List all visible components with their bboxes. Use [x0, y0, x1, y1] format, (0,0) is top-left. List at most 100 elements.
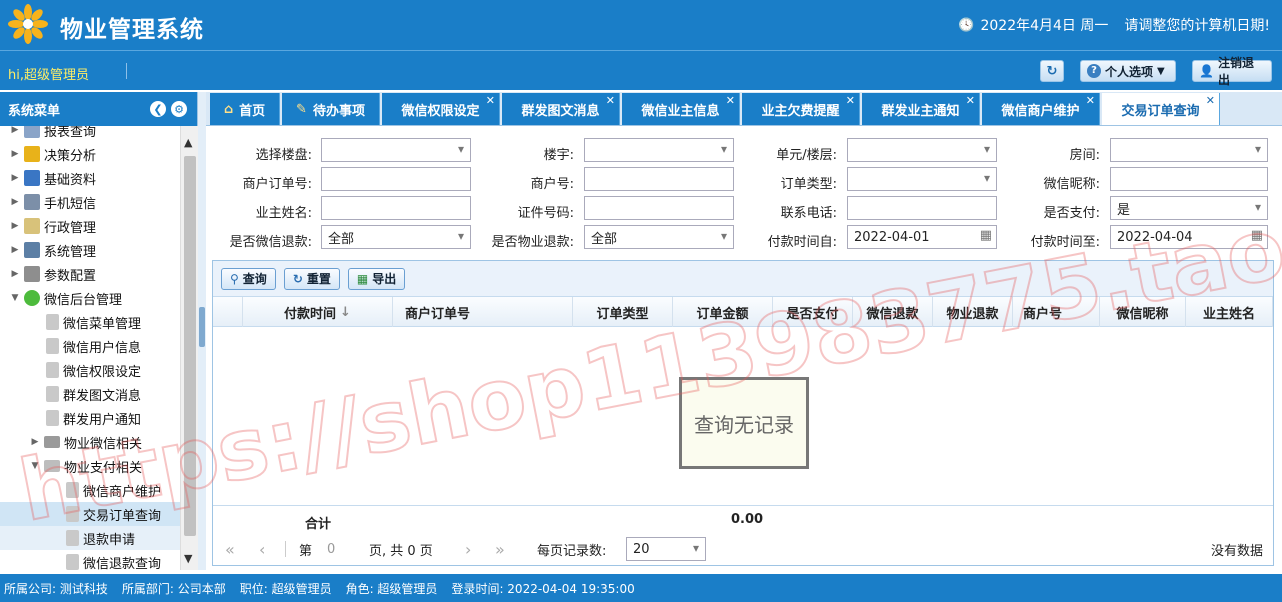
- user-icon: 👤: [1199, 64, 1214, 78]
- paid-select[interactable]: 是: [1110, 196, 1268, 220]
- sidebar-item-sms[interactable]: ▶ 手机短信: [0, 190, 180, 214]
- close-icon[interactable]: ✕: [726, 94, 735, 107]
- tab-mass-message[interactable]: 群发图文消息 ✕: [502, 93, 620, 125]
- sidebar-item-reports[interactable]: ▶ 报表查询: [0, 126, 180, 142]
- merchant-no-input[interactable]: [584, 167, 734, 191]
- sidebar-item-merchant[interactable]: 微信商户维护: [0, 478, 180, 502]
- sidebar-item-refund-apply[interactable]: 退款申请: [0, 526, 180, 550]
- tab-wechat-permission[interactable]: 微信权限设定 ✕: [382, 93, 500, 125]
- sidebar-item-wechat-permission[interactable]: 微信权限设定: [0, 358, 180, 382]
- prev-page-icon[interactable]: ‹: [259, 540, 265, 559]
- splitter-handle[interactable]: [199, 307, 205, 347]
- sidebar-item-mass-message[interactable]: 群发图文消息: [0, 382, 180, 406]
- tab-owner-info[interactable]: 微信业主信息 ✕: [622, 93, 740, 125]
- logout-button[interactable]: 👤 注销退出: [1192, 56, 1272, 87]
- close-icon[interactable]: ✕: [846, 94, 855, 107]
- scroll-down-icon[interactable]: ▼: [184, 552, 192, 565]
- status-bar: 所属公司: 测试科技 所属部门: 公司本部 职位: 超级管理员 角色: 超级管理…: [0, 574, 1282, 602]
- column-wechat-refund[interactable]: 微信退款: [853, 297, 933, 327]
- sidebar-item-property-payment[interactable]: ▼ 物业支付相关: [0, 454, 180, 478]
- room-select[interactable]: [1110, 138, 1268, 162]
- gear-icon[interactable]: ⚙: [171, 101, 187, 117]
- scrollbar-thumb[interactable]: [184, 156, 196, 536]
- merchant-order-input[interactable]: [321, 167, 471, 191]
- label-property-refund: 是否物业退款:: [491, 235, 574, 250]
- first-page-icon[interactable]: «: [225, 540, 235, 559]
- sidebar-item-wechat-admin[interactable]: ▼ 微信后台管理: [0, 286, 180, 310]
- date-hint: 请调整您的计算机日期!: [1124, 18, 1270, 34]
- close-icon[interactable]: ✕: [1206, 94, 1215, 107]
- close-icon[interactable]: ✕: [966, 94, 975, 107]
- unit-select[interactable]: [847, 138, 997, 162]
- scroll-up-icon[interactable]: ▲: [184, 136, 192, 149]
- collapse-sidebar-icon[interactable]: ❮: [150, 101, 166, 117]
- owner-name-input[interactable]: [321, 196, 471, 220]
- column-amount[interactable]: 订单金额: [673, 297, 773, 327]
- status-position: 职位: 超级管理员: [239, 581, 332, 596]
- grid-toolbar: ⚲ 查询 ↻ 重置 ▦ 导出: [213, 261, 1273, 297]
- sidebar-item-property-wechat[interactable]: ▶ 物业微信相关: [0, 430, 180, 454]
- label-id-number: 证件号码:: [517, 206, 574, 221]
- pay-to-date[interactable]: 2022-04-04: [1110, 225, 1268, 249]
- sidebar-item-wechat-users[interactable]: 微信用户信息: [0, 334, 180, 358]
- pay-from-date[interactable]: 2022-04-01: [847, 225, 997, 249]
- order-type-select[interactable]: [847, 167, 997, 191]
- wechat-refund-select[interactable]: 全部: [321, 225, 471, 249]
- app-header: 物业管理系统 🕓 2022年4月4日 周一 请调整您的计算机日期!: [0, 0, 1282, 50]
- tab-home[interactable]: ⌂ 首页: [210, 93, 280, 125]
- column-property-refund[interactable]: 物业退款: [933, 297, 1013, 327]
- column-merchant-order[interactable]: 商户订单号: [393, 297, 573, 327]
- building-select[interactable]: [584, 138, 734, 162]
- sidebar-splitter[interactable]: [198, 92, 206, 570]
- help-icon: ?: [1087, 64, 1101, 78]
- sidebar-item-system[interactable]: ▶ 系统管理: [0, 238, 180, 262]
- column-merchant-no[interactable]: 商户号: [1013, 297, 1100, 327]
- export-button[interactable]: ▦ 导出: [347, 267, 406, 290]
- refresh-button[interactable]: ↻: [1040, 60, 1064, 82]
- column-pay-time[interactable]: 付款时间 ↓: [243, 297, 393, 327]
- query-button[interactable]: ⚲ 查询: [221, 267, 276, 290]
- personal-options-button[interactable]: ? 个人选项 ▼: [1080, 60, 1176, 82]
- last-page-icon[interactable]: »: [495, 540, 505, 559]
- page-icon: [66, 506, 79, 522]
- sidebar-item-order-query[interactable]: 交易订单查询: [0, 502, 180, 526]
- chevron-right-icon: ▶: [11, 126, 19, 135]
- sidebar-item-basic-data[interactable]: ▶ 基础资料: [0, 166, 180, 190]
- close-icon[interactable]: ✕: [1086, 94, 1095, 107]
- tab-arrears-reminder[interactable]: 业主欠费提醒 ✕: [742, 93, 860, 125]
- phone-input[interactable]: [847, 196, 997, 220]
- logo-flower-icon: [8, 4, 48, 44]
- sidebar-scrollbar[interactable]: ▲ ▼: [180, 126, 198, 570]
- sidebar-item-mass-notice[interactable]: 群发用户通知: [0, 406, 180, 430]
- reset-button[interactable]: ↻ 重置: [283, 267, 340, 290]
- estate-select[interactable]: [321, 138, 471, 162]
- sidebar-item-decision[interactable]: ▶ 决策分析: [0, 142, 180, 166]
- sidebar-item-wechat-menu[interactable]: 微信菜单管理: [0, 310, 180, 334]
- column-paid[interactable]: 是否支付: [773, 297, 853, 327]
- page-input[interactable]: 0: [327, 542, 357, 557]
- column-nickname[interactable]: 微信昵称: [1100, 297, 1186, 327]
- page-icon: [46, 386, 59, 402]
- per-page-select[interactable]: 20 ▾: [626, 537, 706, 561]
- close-icon[interactable]: ✕: [486, 94, 495, 107]
- column-order-type[interactable]: 订单类型: [573, 297, 673, 327]
- next-page-icon[interactable]: ›: [465, 540, 471, 559]
- tab-merchant[interactable]: 微信商户维护 ✕: [982, 93, 1100, 125]
- close-icon[interactable]: ✕: [606, 94, 615, 107]
- tab-order-query[interactable]: 交易订单查询 ✕: [1102, 93, 1220, 125]
- tab-owner-notice[interactable]: 群发业主通知 ✕: [862, 93, 980, 125]
- label-room: 房间:: [1069, 148, 1100, 163]
- sidebar-item-admin[interactable]: ▶ 行政管理: [0, 214, 180, 238]
- page-suffix: 页, 共 0 页: [369, 543, 433, 559]
- nickname-input[interactable]: [1110, 167, 1268, 191]
- page-prefix: 第: [299, 543, 313, 559]
- column-owner-name[interactable]: 业主姓名: [1186, 297, 1273, 327]
- sidebar-item-refund-query[interactable]: 微信退款查询: [0, 550, 180, 570]
- sidebar-item-params[interactable]: ▶ 参数配置: [0, 262, 180, 286]
- label-estate: 选择楼盘:: [255, 148, 312, 163]
- tab-todo[interactable]: ✎ 待办事项: [282, 93, 380, 125]
- cube-icon: [24, 146, 40, 162]
- property-refund-select[interactable]: 全部: [584, 225, 734, 249]
- id-number-input[interactable]: [584, 196, 734, 220]
- chevron-down-icon: ▼: [1157, 65, 1165, 77]
